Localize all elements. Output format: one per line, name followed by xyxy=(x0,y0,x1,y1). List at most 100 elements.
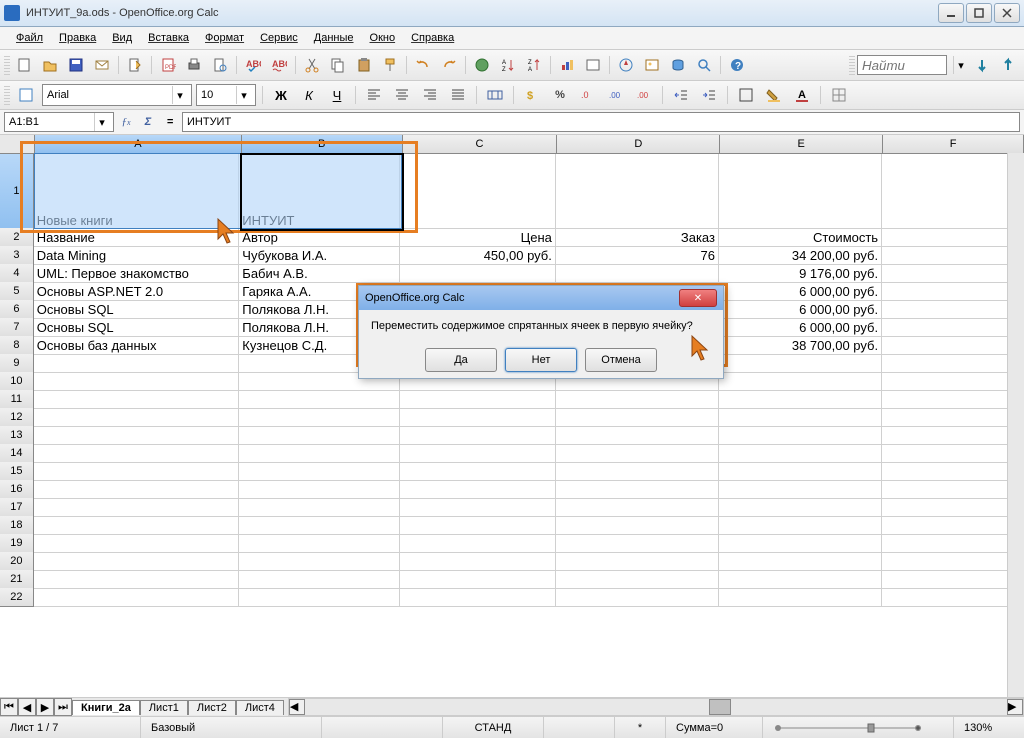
cell[interactable] xyxy=(34,534,240,553)
align-center-icon[interactable] xyxy=(390,83,414,107)
row-header[interactable]: 21 xyxy=(0,570,34,589)
cell[interactable] xyxy=(719,480,882,499)
row-header[interactable]: 16 xyxy=(0,480,34,499)
cell[interactable]: Основы баз данных xyxy=(34,336,240,355)
tab-first-icon[interactable]: ⏮ xyxy=(0,698,18,716)
cell[interactable] xyxy=(882,300,1024,319)
col-header-C[interactable]: C xyxy=(403,135,558,153)
email-icon[interactable] xyxy=(90,53,114,77)
show-draw-icon[interactable] xyxy=(581,53,605,77)
spellcheck-icon[interactable]: ABC xyxy=(241,53,265,77)
status-sum[interactable]: Сумма=0 xyxy=(666,717,763,738)
edit-icon[interactable] xyxy=(123,53,147,77)
font-size-combo[interactable]: 10▾ xyxy=(196,84,256,106)
cell[interactable] xyxy=(719,154,882,229)
cell[interactable] xyxy=(882,336,1024,355)
cell[interactable] xyxy=(556,426,719,445)
cell[interactable] xyxy=(882,570,1024,589)
increase-indent-icon[interactable] xyxy=(697,83,721,107)
sheet-tab-active[interactable]: Книги_2а xyxy=(72,700,140,715)
row-header[interactable]: 13 xyxy=(0,426,34,445)
cell[interactable] xyxy=(34,588,240,607)
cell[interactable]: Цена xyxy=(400,228,555,247)
status-zoom-percent[interactable]: 130% xyxy=(954,717,1024,738)
sum-icon[interactable]: Σ xyxy=(138,112,158,132)
row-header[interactable]: 12 xyxy=(0,408,34,427)
cell[interactable]: Чубукова И.А. xyxy=(239,246,400,265)
cell[interactable] xyxy=(882,534,1024,553)
cell[interactable]: 6 000,00 руб. xyxy=(719,282,882,301)
col-header-A[interactable]: A xyxy=(35,135,242,153)
cell[interactable] xyxy=(556,444,719,463)
cell[interactable] xyxy=(556,408,719,427)
cell[interactable] xyxy=(882,480,1024,499)
cell[interactable] xyxy=(239,534,400,553)
row-header[interactable]: 5 xyxy=(0,282,34,301)
cell[interactable]: Бабич А.В. xyxy=(239,264,400,283)
cell[interactable] xyxy=(882,246,1024,265)
close-button[interactable] xyxy=(994,3,1020,23)
menu-help[interactable]: Справка xyxy=(403,30,462,46)
row-header[interactable]: 19 xyxy=(0,534,34,553)
select-all-corner[interactable] xyxy=(0,135,35,153)
cell[interactable] xyxy=(400,264,555,283)
cell[interactable] xyxy=(400,570,555,589)
cell[interactable] xyxy=(719,462,882,481)
cell[interactable] xyxy=(556,154,719,229)
cell[interactable] xyxy=(882,516,1024,535)
cell[interactable] xyxy=(719,516,882,535)
minimize-button[interactable] xyxy=(938,3,964,23)
cell[interactable] xyxy=(34,498,240,517)
cell[interactable] xyxy=(34,354,240,373)
currency-icon[interactable]: $ xyxy=(520,83,544,107)
cell[interactable] xyxy=(882,228,1024,247)
cell[interactable]: ИНТУИТ xyxy=(239,154,400,231)
cell[interactable] xyxy=(719,354,882,373)
cell[interactable] xyxy=(556,264,719,283)
underline-icon[interactable]: Ч xyxy=(325,83,349,107)
col-header-B[interactable]: B xyxy=(242,135,403,153)
row-header[interactable]: 20 xyxy=(0,552,34,571)
find-prev-icon[interactable] xyxy=(996,53,1020,77)
cell[interactable]: 38 700,00 руб. xyxy=(719,336,882,355)
menu-edit[interactable]: Правка xyxy=(51,30,104,46)
cell[interactable] xyxy=(239,498,400,517)
function-wizard-icon[interactable]: ƒx xyxy=(116,112,136,132)
percent-icon[interactable]: % xyxy=(548,83,572,107)
cell[interactable] xyxy=(882,318,1024,337)
cell-reference-box[interactable]: A1:B1▾ xyxy=(4,112,114,132)
row-header[interactable]: 15 xyxy=(0,462,34,481)
cell[interactable] xyxy=(882,154,1024,229)
cell[interactable] xyxy=(239,408,400,427)
tab-next-icon[interactable]: ▶ xyxy=(36,698,54,716)
horizontal-scrollbar[interactable]: ◀▶ xyxy=(288,698,1024,716)
cell[interactable] xyxy=(882,588,1024,607)
menu-tools[interactable]: Сервис xyxy=(252,30,306,46)
cut-icon[interactable] xyxy=(300,53,324,77)
row-header[interactable]: 3 xyxy=(0,246,34,265)
cell[interactable] xyxy=(239,552,400,571)
cell[interactable] xyxy=(882,264,1024,283)
row-header[interactable]: 14 xyxy=(0,444,34,463)
paste-icon[interactable] xyxy=(352,53,376,77)
cell[interactable]: Заказ xyxy=(556,228,719,247)
bold-icon[interactable]: Ж xyxy=(269,83,293,107)
export-pdf-icon[interactable]: PDF xyxy=(156,53,180,77)
cell[interactable] xyxy=(556,534,719,553)
cell[interactable] xyxy=(34,516,240,535)
cell[interactable]: 6 000,00 руб. xyxy=(719,318,882,337)
cell[interactable] xyxy=(556,462,719,481)
cell[interactable] xyxy=(34,426,240,445)
auto-spellcheck-icon[interactable]: ABC xyxy=(267,53,291,77)
row-header[interactable]: 7 xyxy=(0,318,34,337)
sort-asc-icon[interactable]: AZ xyxy=(496,53,520,77)
cell[interactable] xyxy=(719,444,882,463)
cell[interactable] xyxy=(400,408,555,427)
cell[interactable] xyxy=(239,444,400,463)
cell[interactable] xyxy=(882,552,1024,571)
cell[interactable] xyxy=(400,444,555,463)
cell[interactable] xyxy=(719,570,882,589)
cell[interactable]: 76 xyxy=(556,246,719,265)
tab-last-icon[interactable]: ⏭ xyxy=(54,698,72,716)
dialog-cancel-button[interactable]: Отмена xyxy=(585,348,657,372)
